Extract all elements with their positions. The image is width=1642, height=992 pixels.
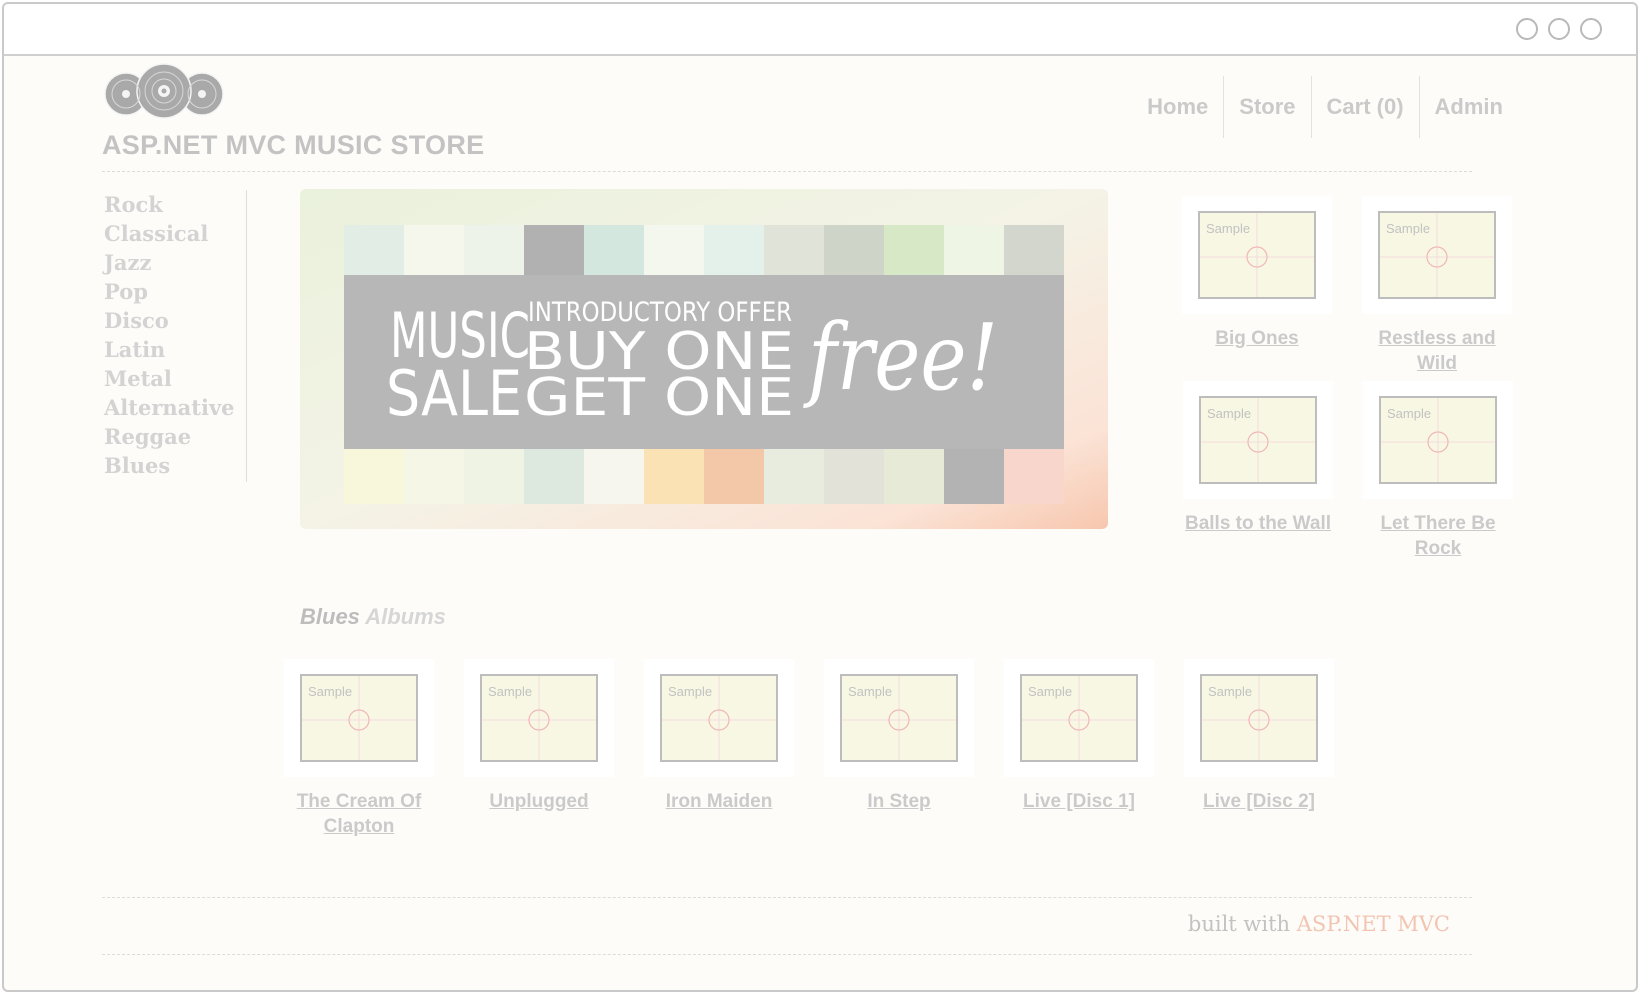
crosshair-icon xyxy=(1022,676,1136,760)
genre-album: Sample Unplugged xyxy=(449,659,629,814)
album-title-link[interactable]: Iron Maiden xyxy=(629,789,809,814)
album-placeholder-image[interactable]: Sample xyxy=(1379,396,1497,484)
crosshair-icon xyxy=(662,676,776,760)
album-thumb-frame: Sample xyxy=(1362,196,1512,314)
crosshair-icon xyxy=(1200,213,1314,297)
genre-album: Sample Iron Maiden xyxy=(629,659,809,814)
window-circle-icon[interactable] xyxy=(1548,18,1570,40)
genre-menu: Rock Classical Jazz Pop Disco Latin Meta… xyxy=(104,190,247,482)
album-thumb-frame: Sample xyxy=(824,659,974,777)
album-title-link[interactable]: The Cream Of Clapton xyxy=(269,789,449,839)
crosshair-icon xyxy=(1202,676,1316,760)
nav-home[interactable]: Home xyxy=(1132,76,1223,138)
genre-albums-heading: Blues Albums xyxy=(300,604,446,630)
banner-line2: SALE xyxy=(386,357,522,430)
crosshair-icon xyxy=(302,676,416,760)
crosshair-icon xyxy=(1381,398,1495,482)
crosshair-icon xyxy=(842,676,956,760)
header-divider xyxy=(102,171,1472,172)
album-placeholder-image[interactable]: Sample xyxy=(480,674,598,762)
genre-name: Blues xyxy=(300,604,360,629)
window-circle-icon[interactable] xyxy=(1580,18,1602,40)
genre-album: Sample The Cream Of Clapton xyxy=(269,659,449,839)
crosshair-icon xyxy=(1201,398,1315,482)
album-title-link[interactable]: Live [Disc 1] xyxy=(989,789,1169,814)
footer-bottom-divider xyxy=(102,954,1472,955)
album-thumb-frame: Sample xyxy=(1004,659,1154,777)
genre-link-blues[interactable]: Blues xyxy=(104,451,246,480)
album-title-link[interactable]: Unplugged xyxy=(449,789,629,814)
albums-suffix: Albums xyxy=(365,604,446,629)
promo-banner[interactable]: MUSIC SALE INTRODUCTORY OFFER BUY ONE GE… xyxy=(298,189,1110,539)
album-placeholder-image[interactable]: Sample xyxy=(1020,674,1138,762)
album-placeholder-image[interactable]: Sample xyxy=(1198,211,1316,299)
album-title-link[interactable]: In Step xyxy=(809,789,989,814)
album-thumb-frame: Sample xyxy=(1182,196,1332,314)
nav-store[interactable]: Store xyxy=(1223,76,1310,138)
genre-album: Sample Live [Disc 1] xyxy=(989,659,1169,814)
nav-admin[interactable]: Admin xyxy=(1418,76,1518,138)
album-placeholder-image[interactable]: Sample xyxy=(1200,674,1318,762)
album-thumb-frame: Sample xyxy=(464,659,614,777)
banner-free: free! xyxy=(803,304,998,411)
browser-window: ASP.NET MVC MUSIC STORE Home Store Cart … xyxy=(2,2,1638,992)
album-title-link[interactable]: Balls to the Wall xyxy=(1168,511,1348,536)
genre-album: Sample Live [Disc 2] xyxy=(1169,659,1349,814)
crosshair-icon xyxy=(482,676,596,760)
nav-cart[interactable]: Cart (0) xyxy=(1310,76,1419,138)
album-title-link[interactable]: Live [Disc 2] xyxy=(1169,789,1349,814)
genre-album: Sample In Step xyxy=(809,659,989,814)
site-title: ASP.NET MVC MUSIC STORE xyxy=(102,130,485,160)
album-thumb-frame: Sample xyxy=(1183,381,1333,499)
album-placeholder-image[interactable]: Sample xyxy=(1378,211,1496,299)
genre-link-reggae[interactable]: Reggae xyxy=(104,422,246,451)
genre-link-disco[interactable]: Disco xyxy=(104,306,246,335)
album-placeholder-image[interactable]: Sample xyxy=(660,674,778,762)
genre-link-latin[interactable]: Latin xyxy=(104,335,246,364)
genre-link-metal[interactable]: Metal xyxy=(104,364,246,393)
crosshair-icon xyxy=(1380,213,1494,297)
genre-link-jazz[interactable]: Jazz xyxy=(104,248,246,277)
window-titlebar xyxy=(4,4,1636,56)
featured-album: Sample Balls to the Wall xyxy=(1168,381,1348,536)
featured-album: Sample Let There Be Rock xyxy=(1348,381,1528,561)
footer-divider xyxy=(102,897,1472,898)
vinyl-records-logo-icon[interactable] xyxy=(104,62,224,127)
genre-link-rock[interactable]: Rock xyxy=(104,190,246,219)
featured-album: Sample Restless and Wild xyxy=(1347,196,1527,376)
footer: built with ASP.NET MVC xyxy=(1188,912,1450,936)
banner-get: GET ONE xyxy=(524,368,794,428)
footer-brand-link[interactable]: ASP.NET MVC xyxy=(1297,912,1450,936)
album-thumb-frame: Sample xyxy=(1184,659,1334,777)
album-title-link[interactable]: Restless and Wild xyxy=(1347,326,1527,376)
album-thumb-frame: Sample xyxy=(1363,381,1513,499)
window-circle-icon[interactable] xyxy=(1516,18,1538,40)
album-placeholder-image[interactable]: Sample xyxy=(300,674,418,762)
genre-link-alternative[interactable]: Alternative xyxy=(104,393,246,422)
album-thumb-frame: Sample xyxy=(644,659,794,777)
album-title-link[interactable]: Big Ones xyxy=(1167,326,1347,351)
album-placeholder-image[interactable]: Sample xyxy=(840,674,958,762)
main-nav: Home Store Cart (0) Admin xyxy=(1132,76,1518,138)
album-placeholder-image[interactable]: Sample xyxy=(1199,396,1317,484)
album-title-link[interactable]: Let There Be Rock xyxy=(1348,511,1528,561)
featured-album: Sample Big Ones xyxy=(1167,196,1347,351)
genre-link-pop[interactable]: Pop xyxy=(104,277,246,306)
genre-link-classical[interactable]: Classical xyxy=(104,219,246,248)
album-thumb-frame: Sample xyxy=(284,659,434,777)
footer-prefix: built with xyxy=(1187,912,1291,936)
